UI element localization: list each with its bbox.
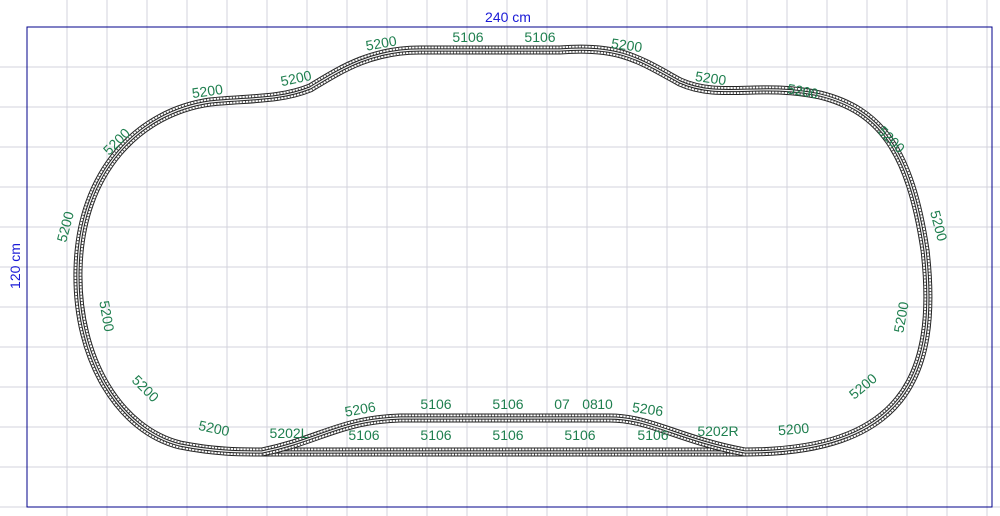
track-layout: [73, 44, 933, 457]
main-loop-track-rails-inner: [77, 48, 929, 453]
label-right-4: 5200: [846, 370, 880, 402]
label-left-4: 5200: [129, 372, 162, 405]
label-left-3: 5200: [96, 299, 117, 333]
label-station-upper-5: 08: [582, 396, 598, 412]
label-left-2: 5200: [53, 209, 77, 243]
label-station-upper-7: 5206: [631, 399, 664, 419]
label-bottom-right-1: 5202R: [697, 423, 738, 439]
board-width-label: 240 cm: [485, 9, 531, 25]
track-plan-canvas: 240 cm 120 cm 5200 5200 5200 5106 5106 5…: [0, 0, 1000, 516]
label-station-upper-2: 5106: [420, 396, 451, 412]
label-station-lower-1: 5106: [348, 427, 379, 443]
label-left-5: 5200: [197, 417, 231, 439]
label-station-upper-6: 10: [597, 396, 613, 412]
track-piece-labels: 5200 5200 5200 5106 5106 5200 5200 5200 …: [53, 29, 950, 443]
label-bottom-left-1: 5202L: [270, 425, 309, 441]
label-top-5: 5106: [524, 29, 555, 45]
label-station-upper-3: 5106: [492, 396, 523, 412]
label-station-lower-4: 5106: [564, 427, 595, 443]
label-station-lower-5: 5106: [637, 427, 668, 443]
label-top-4: 5106: [452, 29, 483, 45]
label-top-8: 5200: [786, 80, 820, 101]
main-loop-track-rails-outer: [76, 47, 930, 454]
main-loop-track: [78, 49, 928, 452]
main-loop-track-sleepers: [74, 45, 932, 456]
label-station-lower-3: 5106: [492, 427, 523, 443]
board-height-label: 120 cm: [7, 243, 23, 289]
main-loop-track-outer-edge: [73, 44, 933, 457]
label-right-3: 5200: [890, 300, 911, 334]
main-loop-track-bed: [74, 45, 932, 456]
label-station-lower-2: 5106: [420, 427, 451, 443]
label-station-upper-4: 07: [554, 396, 570, 412]
label-bottom-right-2: 5200: [777, 420, 810, 439]
